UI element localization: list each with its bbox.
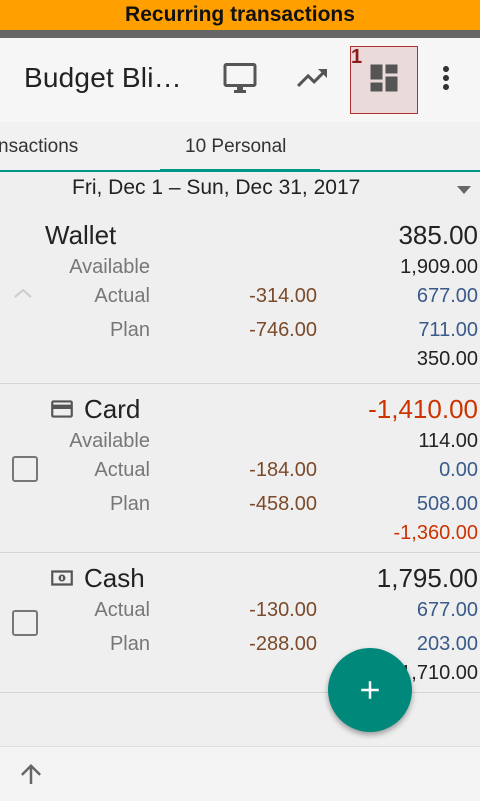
dropdown-arrow-icon bbox=[457, 186, 471, 194]
account-card-wallet[interactable]: Wallet 385.00 Available 1,909.00 Actual … bbox=[0, 210, 480, 384]
plan-value: 508.00 bbox=[416, 493, 478, 515]
date-range-selector[interactable]: Fri, Dec 1 – Sun, Dec 31, 2017 bbox=[0, 172, 480, 208]
available-label: Available bbox=[69, 430, 150, 452]
account-total: 350.00 bbox=[416, 348, 478, 370]
trending-up-icon bbox=[297, 69, 327, 87]
chevron-up-icon[interactable] bbox=[12, 286, 34, 300]
dashboard-icon bbox=[370, 64, 398, 92]
tab-bar: nsactions 10 Personal bbox=[0, 122, 480, 172]
actual-spent: -184.00 bbox=[249, 459, 317, 481]
actual-value: 677.00 bbox=[416, 599, 478, 621]
account-total: -1,360.00 bbox=[393, 522, 478, 544]
app-title: Budget Bli… bbox=[24, 62, 182, 93]
banner-divider bbox=[0, 30, 480, 38]
plan-label: Plan bbox=[109, 319, 150, 341]
available-value: 114.00 bbox=[418, 430, 478, 452]
plan-spent: -288.00 bbox=[249, 633, 317, 655]
actual-spent: -314.00 bbox=[249, 285, 317, 307]
monitor-button[interactable] bbox=[214, 52, 266, 104]
plan-value: 203.00 bbox=[416, 633, 478, 655]
plus-icon bbox=[361, 681, 379, 699]
available-value: 1,909.00 bbox=[400, 256, 478, 278]
actual-spent: -130.00 bbox=[249, 599, 317, 621]
account-balance: -1,410.00 bbox=[368, 394, 478, 424]
dashboard-button[interactable] bbox=[358, 52, 410, 104]
plan-spent: -458.00 bbox=[249, 493, 317, 515]
actual-value: 677.00 bbox=[416, 285, 478, 307]
credit-card-icon bbox=[51, 400, 73, 418]
bottom-bar bbox=[0, 746, 480, 801]
plan-label: Plan bbox=[109, 493, 150, 515]
actual-label: Actual bbox=[94, 285, 150, 307]
more-vert-icon bbox=[443, 66, 449, 90]
date-range-label: Fri, Dec 1 – Sun, Dec 31, 2017 bbox=[72, 176, 361, 199]
more-options-button[interactable] bbox=[420, 52, 472, 104]
account-checkbox[interactable] bbox=[12, 610, 38, 636]
arrow-up-icon[interactable] bbox=[16, 759, 46, 789]
trending-button[interactable] bbox=[286, 52, 338, 104]
plan-value: 711.00 bbox=[418, 319, 478, 341]
tab-transactions[interactable]: nsactions bbox=[0, 136, 78, 158]
app-bar: Budget Bli… 1 bbox=[0, 38, 480, 123]
cash-icon bbox=[51, 570, 73, 586]
account-balance: 385.00 bbox=[398, 220, 478, 250]
available-label: Available bbox=[69, 256, 150, 278]
account-name: Card bbox=[84, 394, 141, 424]
account-checkbox[interactable] bbox=[12, 456, 38, 482]
account-card-card[interactable]: Card -1,410.00 Available 114.00 Actual -… bbox=[0, 384, 480, 553]
recurring-transactions-banner: Recurring transactions bbox=[0, 0, 480, 30]
account-name: Wallet bbox=[45, 220, 117, 250]
plan-spent: -746.00 bbox=[249, 319, 317, 341]
account-total: 1,710.00 bbox=[400, 662, 478, 684]
actual-label: Actual bbox=[94, 599, 150, 621]
add-button[interactable] bbox=[328, 648, 412, 732]
plan-label: Plan bbox=[109, 633, 150, 655]
account-balance: 1,795.00 bbox=[376, 563, 478, 593]
account-name: Cash bbox=[84, 563, 145, 593]
actual-label: Actual bbox=[94, 459, 150, 481]
monitor-icon bbox=[223, 63, 257, 93]
tab-personal[interactable]: 10 Personal bbox=[185, 136, 286, 158]
actual-value: 0.00 bbox=[439, 459, 478, 481]
